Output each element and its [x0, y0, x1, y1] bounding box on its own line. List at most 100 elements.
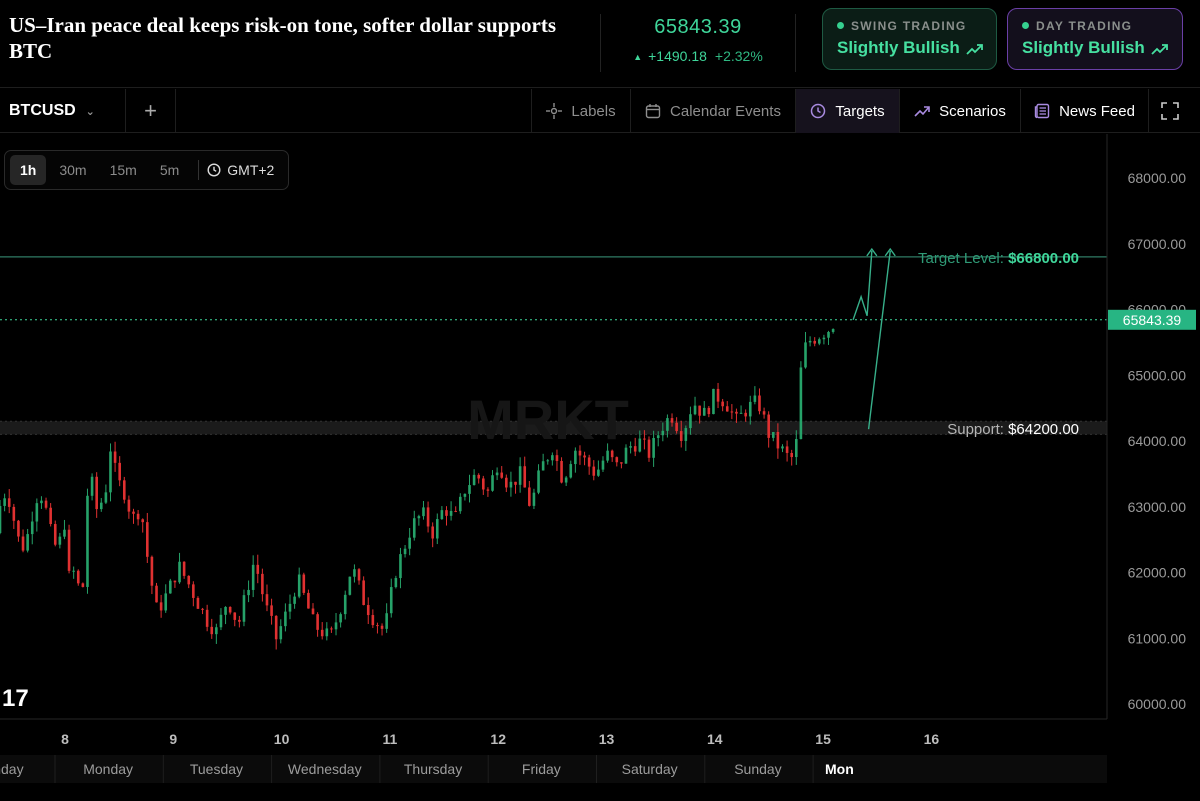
day-tick-label: 9 — [169, 731, 177, 747]
candle-body — [509, 481, 513, 488]
day-tick-label: 14 — [707, 731, 723, 747]
candle-body — [712, 388, 715, 415]
price-tick-label: 62000.00 — [1128, 565, 1187, 581]
labels-button[interactable]: Labels — [531, 89, 630, 133]
price-chart[interactable]: MRKT Target Level: $66800.00 Support: $642… — [0, 134, 1200, 801]
price-summary: 65843.39 ▲ +1490.18 +2.32% — [600, 14, 796, 72]
candle-body — [67, 529, 71, 571]
interval-15m[interactable]: 15m — [100, 155, 147, 185]
calendar-events-button[interactable]: Calendar Events — [630, 89, 795, 133]
candle-body — [35, 503, 39, 522]
symbol-selector[interactable]: BTCUSD ⌄ — [0, 89, 125, 133]
candle-body — [633, 446, 637, 452]
candle-body — [201, 608, 204, 610]
candle-body — [748, 401, 752, 417]
candle-body — [776, 431, 780, 449]
candle-body — [53, 524, 57, 545]
candle-body — [44, 500, 48, 508]
candle-body — [0, 505, 2, 534]
crosshair-icon — [546, 103, 563, 119]
candle-body — [155, 585, 158, 603]
candle-body — [279, 626, 283, 640]
weekday-label: Mon — [825, 761, 854, 777]
candle-body — [532, 492, 536, 506]
swing-trading-label: SWING TRADING — [851, 19, 967, 33]
candle-body — [606, 450, 609, 461]
weekday-label: Tuesday — [190, 761, 243, 777]
candle-body — [7, 498, 11, 507]
up-triangle-icon: ▲ — [633, 52, 643, 62]
candle-body — [251, 564, 255, 590]
candle-body — [49, 507, 52, 525]
candle-body — [122, 480, 126, 500]
day-tick-label: 15 — [815, 731, 831, 747]
price-tick-label: 68000.00 — [1128, 170, 1187, 186]
day-trading-value: Slightly Bullish — [1022, 38, 1145, 57]
candle-body — [583, 455, 586, 458]
candle-body — [284, 611, 287, 627]
candle-body — [827, 331, 830, 338]
plus-icon: + — [144, 98, 157, 123]
candle-body — [26, 534, 29, 551]
weekday-label: Saturday — [622, 761, 678, 777]
candle-body — [320, 629, 324, 637]
day-trading-label: DAY TRADING — [1036, 19, 1133, 33]
top-header: US–Iran peace deal keeps risk-on tone, s… — [0, 0, 1200, 88]
labels-label: Labels — [571, 102, 616, 120]
candle-body — [477, 474, 481, 479]
interval-1h[interactable]: 1h — [10, 155, 47, 185]
trending-up-icon — [1151, 44, 1168, 55]
news-headline[interactable]: US–Iran peace deal keeps risk-on tone, s… — [9, 12, 584, 64]
scenarios-label: Scenarios — [939, 102, 1006, 120]
candle-body — [689, 414, 692, 429]
price-tick-label: 61000.00 — [1128, 630, 1187, 646]
news-feed-label: News Feed — [1059, 102, 1135, 120]
news-feed-button[interactable]: News Feed — [1020, 89, 1148, 133]
price-change-percent: +2.32% — [714, 48, 763, 64]
candle-body — [224, 606, 227, 615]
trending-up-icon — [914, 106, 930, 117]
day-trading-card[interactable]: DAY TRADING Slightly Bullish — [1007, 8, 1183, 70]
swing-trading-card[interactable]: SWING TRADING Slightly Bullish — [822, 8, 997, 70]
candle-body — [238, 619, 241, 622]
candle-body — [86, 495, 89, 587]
interval-5m[interactable]: 5m — [150, 155, 189, 185]
candle-body — [109, 451, 112, 493]
candle-body — [90, 476, 94, 496]
candle-body — [302, 574, 306, 593]
tradingview-logo-icon: 17 — [2, 685, 29, 712]
candle-body — [592, 466, 596, 476]
candle-body — [311, 608, 315, 615]
candle-body — [670, 418, 674, 423]
candle-body — [353, 569, 356, 577]
candle-body — [394, 578, 398, 588]
candle-body — [707, 407, 711, 415]
candle-body — [389, 587, 393, 614]
day-tick-label: 16 — [924, 731, 940, 747]
scenarios-button[interactable]: Scenarios — [899, 89, 1020, 133]
chart-canvas[interactable]: MRKT Target Level: $66800.00 Support: $642… — [0, 134, 1200, 801]
candle-body — [210, 626, 214, 635]
clock-icon — [811, 103, 826, 119]
targets-button[interactable]: Targets — [795, 89, 899, 133]
candle-body — [555, 455, 559, 461]
fullscreen-button[interactable] — [1148, 89, 1200, 133]
weekday-label: Thursday — [404, 761, 462, 777]
interval-30m[interactable]: 30m — [49, 155, 96, 185]
add-symbol-button[interactable]: + — [125, 89, 176, 133]
candle-body — [610, 450, 614, 458]
candle-body — [495, 472, 499, 476]
candle-body — [72, 570, 75, 572]
candle-body — [468, 485, 471, 494]
weekday-label: Friday — [522, 761, 561, 777]
candle-body — [675, 422, 678, 432]
timezone-button[interactable]: GMT+2 — [207, 162, 283, 178]
candle-body — [491, 475, 494, 491]
candle-body — [647, 439, 651, 458]
candle-body — [822, 337, 826, 340]
price-tick-label: 63000.00 — [1128, 499, 1187, 515]
candle-body — [357, 569, 361, 581]
candle-body — [265, 594, 269, 606]
candle-body — [104, 492, 108, 503]
candle-body — [537, 470, 540, 493]
